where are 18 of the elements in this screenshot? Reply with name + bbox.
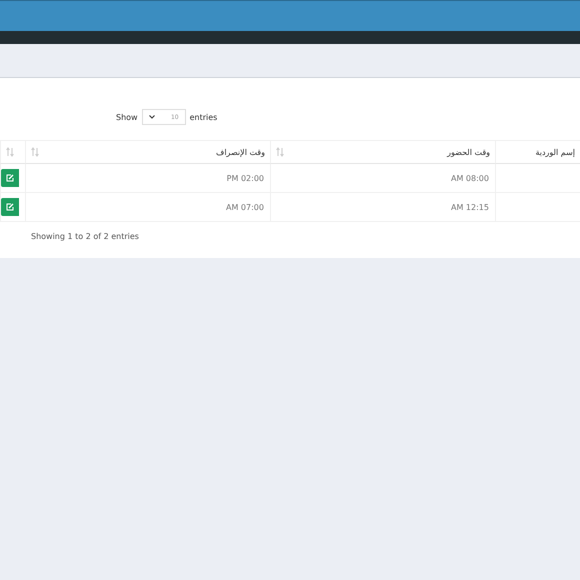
caret-icon (148, 115, 155, 119)
column-header[interactable]: وقت الإنصراف (216, 148, 265, 156)
column-header[interactable]: وقت الحضور (447, 148, 490, 156)
column-header[interactable]: إسم الوردية (535, 148, 575, 156)
edit-button[interactable] (1, 169, 19, 187)
entries-label: entries (190, 112, 218, 122)
table-cell: AM 07:00 (226, 202, 264, 212)
show-label: Show (116, 112, 138, 122)
sort-icon[interactable] (6, 147, 14, 157)
table-info: Showing 1 to 2 of 2 entries (30, 231, 140, 241)
table-cell: AM 08:00 (451, 174, 489, 182)
sort-icon[interactable] (276, 147, 284, 157)
table-cell: PM 02:00 (226, 174, 264, 182)
table-cell: AM 12:15 (451, 202, 489, 212)
sort-icon[interactable] (31, 147, 39, 157)
edit-button[interactable] (1, 198, 19, 216)
edit-icon (6, 174, 14, 182)
edit-icon (6, 203, 14, 211)
